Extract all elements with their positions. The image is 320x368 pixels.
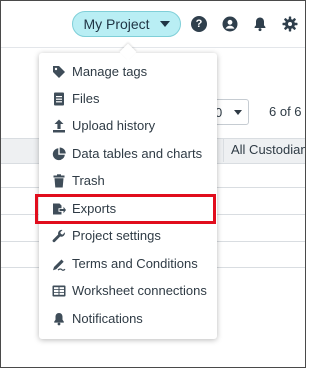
menu-item-label: Data tables and charts xyxy=(72,146,203,161)
menu-item-label: Project settings xyxy=(72,228,161,243)
menu-item-label: Worksheet connections xyxy=(72,283,207,298)
exports-highlight-box xyxy=(35,194,216,224)
top-bar: My Project ? xyxy=(1,1,305,48)
menu-item-label: Notifications xyxy=(72,311,143,326)
app-window: My Project ? 0 6 of 6 All Custodian Mana… xyxy=(0,0,306,368)
menu-item-project-settings[interactable]: Project settings xyxy=(39,222,217,249)
menu-item-label: Terms and Conditions xyxy=(72,256,198,271)
menu-item-notifications[interactable]: Notifications xyxy=(39,305,217,332)
menu-item-label: Manage tags xyxy=(72,64,148,79)
wrench-icon xyxy=(52,229,65,242)
menu-item-label: Trash xyxy=(72,173,105,188)
file-icon xyxy=(54,92,64,105)
project-name: My Project xyxy=(83,16,150,32)
chevron-down-icon xyxy=(234,110,242,115)
pie-chart-icon xyxy=(52,147,66,160)
account-icon[interactable] xyxy=(222,16,238,32)
project-selector-button[interactable]: My Project xyxy=(72,11,181,37)
menu-item-worksheet-connections[interactable]: Worksheet connections xyxy=(39,277,217,304)
menu-item-data-tables-charts[interactable]: Data tables and charts xyxy=(39,140,217,167)
upload-icon xyxy=(53,119,65,132)
menu-item-files[interactable]: Files xyxy=(39,85,217,112)
column-header-custodian[interactable]: All Custodian xyxy=(223,138,305,162)
help-icon[interactable]: ? xyxy=(191,16,207,32)
menu-item-terms-conditions[interactable]: Terms and Conditions xyxy=(39,250,217,277)
gear-icon[interactable] xyxy=(282,16,298,32)
worksheet-icon xyxy=(52,285,66,296)
chevron-down-icon xyxy=(159,21,170,27)
trash-icon xyxy=(53,173,65,187)
menu-item-label: Files xyxy=(72,91,100,106)
bell-icon[interactable] xyxy=(252,16,268,32)
tag-icon xyxy=(53,65,65,78)
pagination-text: 6 of 6 xyxy=(269,104,302,119)
menu-item-trash[interactable]: Trash xyxy=(39,167,217,194)
menu-item-upload-history[interactable]: Upload history xyxy=(39,112,217,139)
menu-item-manage-tags[interactable]: Manage tags xyxy=(39,58,217,85)
menu-item-label: Upload history xyxy=(72,118,156,133)
bell-icon xyxy=(54,312,64,325)
signature-icon xyxy=(53,259,66,271)
